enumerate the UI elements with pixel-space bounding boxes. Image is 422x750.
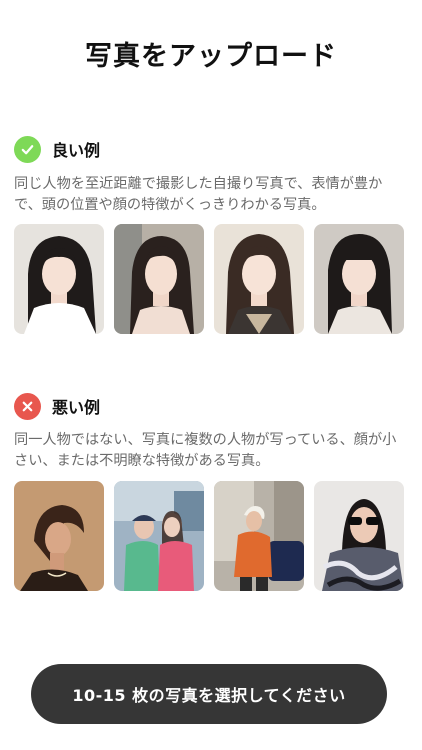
x-icon [14,392,41,420]
page-title: 写真をアップロード [85,41,337,72]
good-example-header: 良い例 [14,135,100,163]
bad-photo-3 [214,481,304,591]
bad-example-label: 悪い例 [52,398,101,417]
check-icon [14,135,41,163]
good-example-description: 同じ人物を至近距離で撮影した自撮り写真で、表情が豊かで、頭の位置や顔の特徴がくっ… [14,176,383,213]
good-photo-3 [214,224,304,334]
bad-example-header: 悪い例 [14,392,100,420]
bad-example-description: 同一人物ではない、写真に複数の人物が写っている、顔が小さい、または不明瞭な特徴が… [14,432,397,469]
bad-photo-row [14,481,404,591]
good-photo-4 [314,224,404,334]
bad-photo-2 [114,481,204,591]
good-photo-1 [14,224,104,334]
select-photos-button[interactable]: 10-15 枚の写真を選択してください [31,664,387,724]
good-photo-2 [114,224,204,334]
bad-photo-1 [14,481,104,591]
good-photo-row [14,224,404,334]
bad-photo-4 [314,481,404,591]
good-example-label: 良い例 [52,141,101,160]
